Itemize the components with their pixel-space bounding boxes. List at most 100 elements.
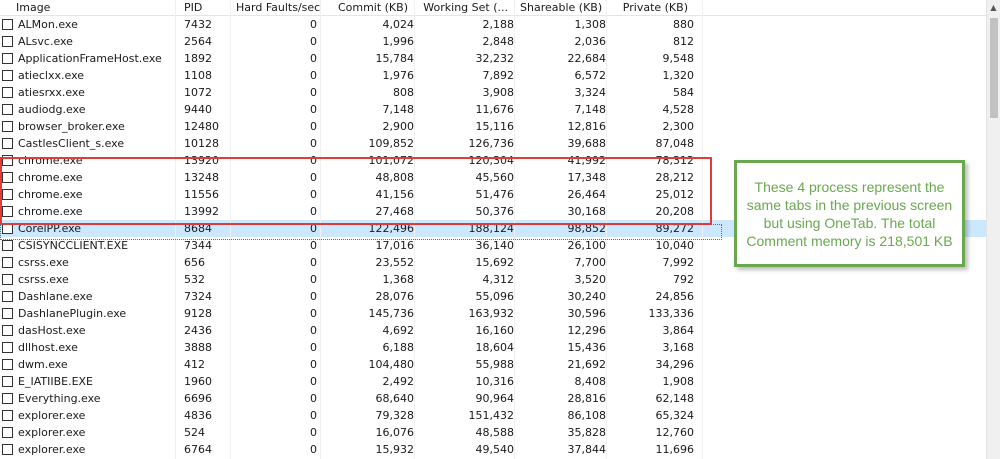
- private-value: 3,168: [662, 341, 695, 354]
- hard-faults-value: 0: [310, 120, 317, 133]
- row-checkbox[interactable]: [2, 325, 13, 336]
- working-set-value: 55,988: [475, 358, 515, 371]
- table-row[interactable]: atieclxx.exe 1108 0 1,976 7,892 6,572 1,320: [0, 67, 986, 84]
- table-row[interactable]: ALMon.exe 7432 0 4,024 2,188 1,308 880: [0, 16, 986, 33]
- hard-faults-value: 0: [310, 273, 317, 286]
- process-name: csrss.exe: [18, 256, 69, 269]
- commit-value: 16,076: [375, 426, 415, 439]
- row-checkbox[interactable]: [2, 257, 13, 268]
- process-pid: 7324: [184, 290, 212, 303]
- row-checkbox[interactable]: [2, 53, 13, 64]
- row-checkbox[interactable]: [2, 138, 13, 149]
- column-header-hard-faults[interactable]: Hard Faults/sec: [230, 0, 320, 15]
- process-pid: 532: [184, 273, 205, 286]
- hard-faults-value: 0: [310, 256, 317, 269]
- private-value: 9,548: [662, 52, 695, 65]
- private-value: 792: [673, 273, 694, 286]
- process-pid: 1108: [184, 69, 212, 82]
- row-checkbox[interactable]: [2, 410, 13, 421]
- private-value: 12,760: [655, 426, 695, 439]
- row-checkbox[interactable]: [2, 393, 13, 404]
- table-row[interactable]: dwm.exe 412 0 104,480 55,988 21,692 34,296: [0, 356, 986, 373]
- hard-faults-value: 0: [310, 137, 317, 150]
- row-checkbox[interactable]: [2, 427, 13, 438]
- process-name: dllhost.exe: [18, 341, 78, 354]
- process-pid: 3888: [184, 341, 212, 354]
- row-checkbox[interactable]: [2, 274, 13, 285]
- row-checkbox[interactable]: [2, 359, 13, 370]
- commit-value: 23,552: [375, 256, 415, 269]
- commit-value: 7,148: [382, 103, 415, 116]
- process-name: explorer.exe: [18, 409, 86, 422]
- process-pid: 12480: [184, 120, 219, 133]
- shareable-value: 2,036: [574, 35, 607, 48]
- process-name: ALsvc.exe: [18, 35, 73, 48]
- hard-faults-value: 0: [310, 103, 317, 116]
- shareable-value: 22,684: [567, 52, 607, 65]
- table-row[interactable]: explorer.exe 4836 0 79,328 151,432 86,108 65,3…: [0, 407, 986, 424]
- table-row[interactable]: ApplicationFrameHost.exe 1892 0 15,784 32,23…: [0, 50, 986, 67]
- table-row[interactable]: csrss.exe 532 0 1,368 4,312 3,520 792: [0, 271, 986, 288]
- column-header-commit[interactable]: Commit (KB): [320, 0, 414, 15]
- process-image-cell: CastlesClient_s.exe: [0, 137, 175, 150]
- table-row[interactable]: ALsvc.exe 2564 0 1,996 2,848 2,036 812: [0, 33, 986, 50]
- table-row[interactable]: explorer.exe 6764 0 15,932 49,540 37,844 11,69…: [0, 441, 986, 458]
- working-set-value: 7,892: [482, 69, 515, 82]
- working-set-value: 151,432: [468, 409, 515, 422]
- shareable-value: 6,572: [574, 69, 607, 82]
- scrollbar-thumb[interactable]: [990, 18, 998, 118]
- row-checkbox[interactable]: [2, 308, 13, 319]
- table-row[interactable]: audiodg.exe 9440 0 7,148 11,676 7,148 4,528: [0, 101, 986, 118]
- shareable-value: 8,408: [574, 375, 607, 388]
- row-checkbox[interactable]: [2, 444, 13, 455]
- process-pid: 9128: [184, 307, 212, 320]
- process-name: csrss.exe: [18, 273, 69, 286]
- table-row[interactable]: DashlanePlugin.exe 9128 0 145,736 163,932 30,…: [0, 305, 986, 322]
- private-value: 584: [673, 86, 694, 99]
- private-value: 1,908: [662, 375, 695, 388]
- process-image-cell: dllhost.exe: [0, 341, 175, 354]
- scroll-up-arrow-icon[interactable]: ▲: [987, 0, 1000, 14]
- row-checkbox[interactable]: [2, 19, 13, 30]
- table-row[interactable]: browser_broker.exe 12480 0 2,900 15,116 12,81…: [0, 118, 986, 135]
- row-checkbox[interactable]: [2, 121, 13, 132]
- row-checkbox[interactable]: [2, 104, 13, 115]
- row-checkbox[interactable]: [2, 36, 13, 47]
- row-checkbox[interactable]: [2, 291, 13, 302]
- table-row[interactable]: CastlesClient_s.exe 10128 0 109,852 126,736 3…: [0, 135, 986, 152]
- table-row[interactable]: explorer.exe 524 0 16,076 48,588 35,828 12,760: [0, 424, 986, 441]
- column-header-image[interactable]: Image: [0, 0, 175, 15]
- row-checkbox[interactable]: [2, 87, 13, 98]
- hard-faults-value: 0: [310, 18, 317, 31]
- hard-faults-value: 0: [310, 307, 317, 320]
- process-name: explorer.exe: [18, 426, 86, 439]
- vertical-scrollbar[interactable]: ▲: [986, 0, 1000, 459]
- table-row[interactable]: dllhost.exe 3888 0 6,188 18,604 15,436 3,168: [0, 339, 986, 356]
- chrome-processes-highlight-box: [0, 157, 712, 225]
- row-checkbox[interactable]: [2, 376, 13, 387]
- commit-value: 6,188: [382, 341, 415, 354]
- column-header-working-set[interactable]: Working Set (...: [414, 0, 514, 15]
- table-row[interactable]: Dashlane.exe 7324 0 28,076 55,096 30,240 24,85…: [0, 288, 986, 305]
- shareable-value: 3,520: [574, 273, 607, 286]
- commit-value: 79,328: [375, 409, 415, 422]
- table-row[interactable]: dasHost.exe 2436 0 4,692 16,160 12,296 3,864: [0, 322, 986, 339]
- table-row[interactable]: E_IATIIBE.EXE 1960 0 2,492 10,316 8,408 1,908: [0, 373, 986, 390]
- commit-value: 1,996: [382, 35, 415, 48]
- row-checkbox[interactable]: [2, 342, 13, 353]
- working-set-value: 126,736: [468, 137, 515, 150]
- column-header-shareable[interactable]: Shareable (KB): [514, 0, 606, 15]
- column-header-pid[interactable]: PID: [175, 0, 230, 15]
- working-set-value: 16,160: [475, 324, 515, 337]
- column-header-private[interactable]: Private (KB): [606, 0, 694, 15]
- row-checkbox[interactable]: [2, 70, 13, 81]
- working-set-value: 90,964: [475, 392, 515, 405]
- row-checkbox[interactable]: [2, 240, 13, 251]
- commit-value: 68,640: [375, 392, 415, 405]
- table-row[interactable]: Everything.exe 6696 0 68,640 90,964 28,816 62,…: [0, 390, 986, 407]
- table-row[interactable]: atiesrxx.exe 1072 0 808 3,908 3,324 584: [0, 84, 986, 101]
- commit-value: 104,480: [368, 358, 415, 371]
- process-image-cell: explorer.exe: [0, 409, 175, 422]
- working-set-value: 3,908: [482, 86, 515, 99]
- process-pid: 412: [184, 358, 205, 371]
